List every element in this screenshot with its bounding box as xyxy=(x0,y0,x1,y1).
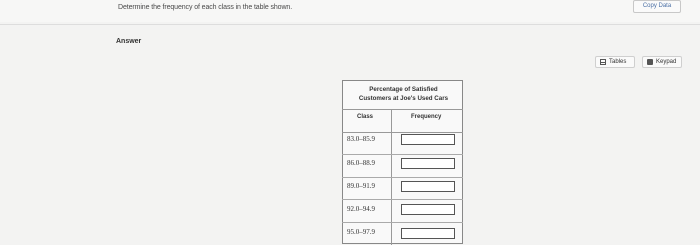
tables-button[interactable]: Tables xyxy=(595,56,635,68)
class-cell: 83.0–85.9 xyxy=(347,135,375,143)
divider xyxy=(0,24,700,25)
row-divider xyxy=(342,222,463,223)
tables-label: Tables xyxy=(609,59,627,65)
frequency-input[interactable] xyxy=(401,158,455,169)
question-bar: Determine the frequency of each class in… xyxy=(0,0,700,22)
keypad-label: Keypad xyxy=(656,59,677,65)
class-cell: 95.0–97.9 xyxy=(347,228,375,236)
question-text: Determine the frequency of each class in… xyxy=(118,4,293,11)
frequency-table: Percentage of Satisfied Customers at Joe… xyxy=(342,80,464,245)
table-title: Percentage of Satisfied Customers at Joe… xyxy=(343,85,464,103)
row-divider xyxy=(342,154,463,155)
copy-data-button[interactable]: Copy Data xyxy=(633,0,681,13)
column-header-frequency: Frequency xyxy=(411,114,442,120)
table-title-line2: Customers at Joe's Used Cars xyxy=(358,95,449,102)
row-divider xyxy=(342,177,463,178)
keypad-button[interactable]: Keypad xyxy=(642,56,682,68)
keypad-icon xyxy=(647,59,653,65)
row-divider xyxy=(342,199,463,200)
column-header-class: Class xyxy=(357,114,374,120)
table-icon xyxy=(600,59,606,65)
answer-label: Answer xyxy=(116,38,142,45)
frequency-input[interactable] xyxy=(401,228,455,239)
table-header xyxy=(342,109,463,133)
table-title-line1: Percentage of Satisfied xyxy=(369,86,438,93)
class-cell: 92.0–94.9 xyxy=(347,205,375,213)
class-cell: 86.0–88.9 xyxy=(347,159,375,167)
frequency-input[interactable] xyxy=(401,134,455,145)
class-cell: 89.0–91.9 xyxy=(347,182,375,190)
frequency-input[interactable] xyxy=(401,181,455,192)
frequency-input[interactable] xyxy=(401,204,455,215)
